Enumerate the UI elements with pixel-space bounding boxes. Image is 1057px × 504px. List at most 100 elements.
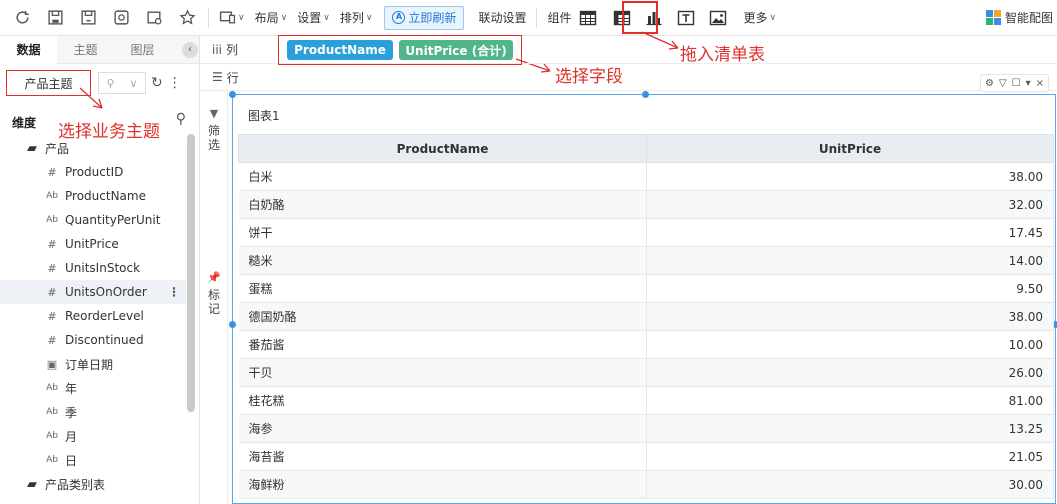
filter-icon: ▼ <box>209 107 219 120</box>
tab-theme[interactable]: 主题 <box>57 36 114 64</box>
calendar-icon: ▣ <box>46 357 58 371</box>
tree-field[interactable]: Ab 季 <box>0 400 186 424</box>
tree-label: 订单日期 <box>65 357 114 372</box>
cell-unitprice: 21.05 <box>646 442 1054 471</box>
filter-button[interactable]: ▼ 筛选 <box>207 107 221 152</box>
mark-label: 标记 <box>207 288 220 316</box>
cell-unitprice: 26.00 <box>646 358 1054 387</box>
table-row: 海参 13.25 <box>238 414 1054 443</box>
tree-label: QuantityPerUnit <box>65 213 161 227</box>
text-box-icon[interactable] <box>675 7 697 29</box>
tree-scrollbar[interactable] <box>187 134 195 412</box>
preview-icon[interactable] <box>110 7 132 29</box>
resize-handle[interactable] <box>229 91 236 98</box>
save-icon[interactable] <box>44 7 66 29</box>
cell-productname: 饼干 <box>238 218 647 247</box>
folder-icon: ▰ <box>27 476 37 492</box>
table-row: 番茄酱 10.00 <box>238 330 1054 359</box>
tab-layers[interactable]: 图层 <box>114 36 171 64</box>
filter-icon[interactable]: ▽ <box>999 78 1007 89</box>
tree-field[interactable]: Ab 日 <box>0 448 186 472</box>
columns-icon: iii <box>212 42 223 57</box>
save-as-icon[interactable] <box>77 7 99 29</box>
rows-shelf[interactable]: ☰ 行 <box>200 64 1057 91</box>
tree-field[interactable]: Ab 月 <box>0 424 186 448</box>
tree-field[interactable]: # ReorderLevel <box>0 304 186 328</box>
close-icon[interactable]: × <box>1036 78 1044 89</box>
tree-label: 产品 <box>45 141 70 156</box>
cell-productname: 蛋糕 <box>238 274 647 303</box>
columns-label: 列 <box>226 43 239 57</box>
toolbar-divider <box>536 7 538 28</box>
tree-field[interactable]: Ab ProductName <box>0 184 186 208</box>
columns-shelf-label: iii 列 <box>200 41 262 58</box>
cell-productname: 海鲜粉 <box>238 470 647 499</box>
settings-icon[interactable]: ⚙ <box>985 78 994 89</box>
table-component[interactable]: ⚙ ▽ ☐ ▾ × 图表1 ProductName UnitPrice 白米 38… <box>229 74 1057 504</box>
collapse-panel-icon[interactable]: ‹ <box>182 41 198 58</box>
filter-label: 筛选 <box>207 124 220 152</box>
cell-unitprice: 14.00 <box>646 246 1054 275</box>
maximize-icon[interactable]: ☐ <box>1012 78 1021 89</box>
table-row: 蛋糕 9.50 <box>238 274 1054 303</box>
field-tree: ▰ 产品 # ProductID Ab ProductName Ab QuantityPerU… <box>0 136 186 496</box>
chevron-down-icon: ∨ <box>769 12 777 23</box>
tree-field[interactable]: Ab QuantityPerUnit <box>0 208 186 232</box>
field-pill-productname[interactable]: ProductName <box>287 40 393 60</box>
column-fields-highlight: ProductName UnitPrice (合计) <box>278 35 522 65</box>
tree-folder[interactable]: ▰ 产品类别表 <box>0 472 186 496</box>
side-strip: ▼ 筛选 📌 标记 <box>200 91 228 504</box>
rows-label: 行 <box>226 70 239 85</box>
column-header-productname[interactable]: ProductName <box>238 134 647 163</box>
report-settings-icon[interactable] <box>143 7 165 29</box>
tree-field[interactable]: # UnitsInStock <box>0 256 186 280</box>
tree-field[interactable]: ▣ 订单日期 <box>0 352 186 376</box>
cell-unitprice: 38.00 <box>646 162 1054 191</box>
cell-unitprice: 81.00 <box>646 386 1054 415</box>
device-menu[interactable]: ∨ <box>219 9 245 26</box>
settings-menu[interactable]: 设置 ∨ <box>297 9 330 26</box>
tree-field[interactable]: # ProductID <box>0 160 186 184</box>
component-label: 组件 <box>547 11 572 25</box>
star-icon[interactable] <box>176 7 198 29</box>
smart-chart-button[interactable]: 智能配图 <box>985 9 1053 26</box>
mark-button[interactable]: 📌 标记 <box>207 271 221 316</box>
tree-label: ProductID <box>65 165 124 179</box>
tree-field[interactable]: # UnitsOnOrder ⋮ <box>0 280 186 304</box>
chevron-down-icon: ∨ <box>323 12 330 23</box>
folder-icon: ▰ <box>27 140 37 156</box>
linkage-settings-button[interactable]: 联动设置 <box>478 9 526 26</box>
detail-table-icon[interactable] <box>577 7 599 29</box>
cell-productname: 海苔酱 <box>238 442 647 471</box>
toolbar: ∨ 布局 ∨ 设置 ∨ 排列 ∨ A 立即刷新 联动设置 组件 更多 ∨ 智能配… <box>0 0 1057 36</box>
rows-icon: ☰ <box>212 70 223 84</box>
more-vertical-icon[interactable]: ⋮ <box>168 75 182 91</box>
tree-field[interactable]: Ab 年 <box>0 376 186 400</box>
more-menu[interactable]: 更多 ∨ <box>743 9 776 26</box>
column-header-unitprice[interactable]: UnitPrice <box>646 134 1054 163</box>
chevron-down-icon: ∨ <box>365 12 373 23</box>
rows-shelf-label: ☰ 行 <box>200 69 262 86</box>
arrange-menu[interactable]: 排列 ∨ <box>340 9 373 26</box>
tree-field[interactable]: # UnitPrice <box>0 232 186 256</box>
tree-field[interactable]: # Discontinued <box>0 328 186 352</box>
field-pill-unitprice[interactable]: UnitPrice (合计) <box>399 40 513 60</box>
search-icon[interactable]: ⚲ <box>176 111 186 127</box>
tree-label: ProductName <box>65 189 146 203</box>
refresh-icon[interactable] <box>11 7 33 29</box>
app-window: ∨ 布局 ∨ 设置 ∨ 排列 ∨ A 立即刷新 联动设置 组件 更多 ∨ 智能配… <box>0 0 1057 504</box>
table-row: 桂花糕 81.00 <box>238 386 1054 415</box>
refresh-icon[interactable]: ↻ <box>151 75 163 91</box>
cell-productname: 海参 <box>238 414 647 443</box>
more-vertical-icon[interactable]: ⋮ <box>168 285 180 299</box>
layout-menu[interactable]: 布局 ∨ <box>255 9 288 26</box>
image-icon[interactable] <box>707 7 729 29</box>
chevron-down-icon[interactable]: ▾ <box>1026 78 1031 89</box>
refresh-now-button[interactable]: A 立即刷新 <box>384 5 465 30</box>
text-icon: Ab <box>46 431 58 441</box>
resize-handle[interactable] <box>229 321 236 328</box>
resize-handle[interactable] <box>642 91 649 98</box>
chart-title: 图表1 <box>248 109 280 123</box>
tab-data[interactable]: 数据 <box>0 35 57 64</box>
cell-productname: 干贝 <box>238 358 647 387</box>
